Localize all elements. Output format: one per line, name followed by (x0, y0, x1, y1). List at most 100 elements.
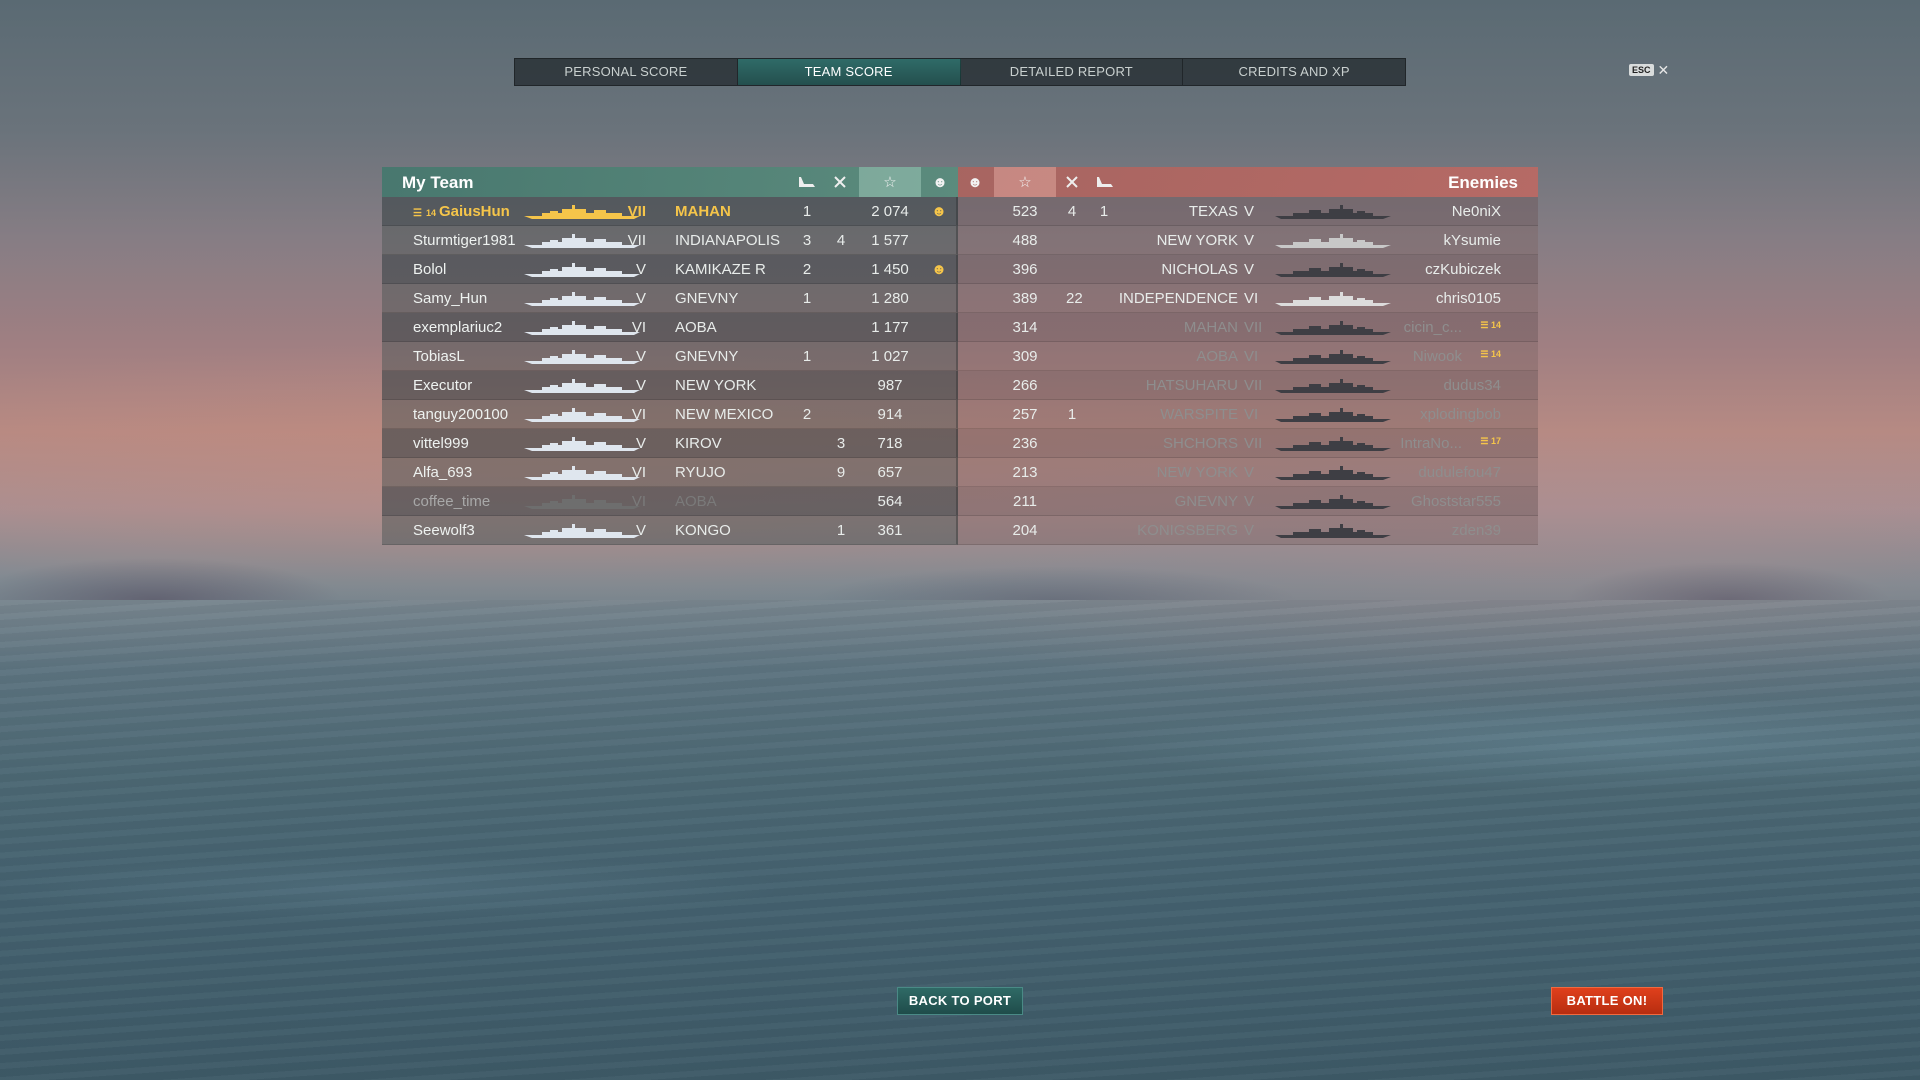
ship-tier: V (635, 290, 646, 307)
capture-indicator-icon: ☻ (931, 261, 947, 278)
ship-tier: VII (627, 203, 646, 220)
player-name: IntraNo... (1400, 435, 1462, 452)
ships-destroyed-count: 3 (836, 435, 846, 452)
ship-tier: V (635, 522, 646, 539)
ship-tier: VII (627, 232, 646, 249)
enemy-row[interactable]: 236 SHCHORS VII IntraNo... ☰ 17 (958, 429, 1538, 458)
planes-destroyed-count: 1 (1099, 203, 1109, 220)
ship-silhouette-icon (1275, 437, 1391, 451)
team-score-board: My Team ☆ ☻ ☻ ☆ Enemies ☰ 14 GaiusHun VII MA… (382, 167, 1538, 545)
rank-insignia-icon: ☰ (413, 208, 422, 219)
enemy-row[interactable]: 257 1 WARSPITE VI xplodingbob (958, 400, 1538, 429)
tab-credits-and-xp[interactable]: CREDITS AND XP (1183, 59, 1405, 85)
player-name: czKubiczek (1425, 261, 1501, 278)
my-team-row[interactable]: Sturmtiger1981 VII INDIANAPOLIS 3 4 1 577 (382, 226, 958, 255)
my-team-row[interactable]: Alfa_693 VI RYUJO 9 657 (382, 458, 958, 487)
rank-number: 14 (1490, 320, 1501, 330)
back-to-port-button[interactable]: BACK TO PORT (897, 987, 1023, 1015)
score-value: 396 (1012, 261, 1038, 278)
my-team-row[interactable]: Executor V NEW YORK 987 (382, 371, 958, 400)
score-value: 1 280 (871, 290, 909, 307)
ship-tier: V (1244, 203, 1255, 220)
rank-badge: ☰ 14 (1480, 320, 1501, 331)
ship-name: NEW YORK (1156, 232, 1238, 249)
player-name: dudulefou47 (1418, 464, 1501, 481)
player-name-text: Seewolf3 (413, 522, 475, 539)
ship-tier: VII (1244, 319, 1263, 336)
my-team-list: ☰ 14 GaiusHun VII MAHAN 1 2 074 ☻ Sturmtiger1981… (382, 197, 958, 545)
tab-detailed-report[interactable]: DETAILED REPORT (961, 59, 1184, 85)
rank-badge: ☰ 17 (1480, 436, 1501, 447)
ship-name: GNEVNY (675, 348, 739, 365)
ships-destroyed-icon (1057, 167, 1087, 197)
my-team-row[interactable]: Bolol V KAMIKAZE R 2 1 450 ☻ (382, 255, 958, 284)
my-team-row[interactable]: coffee_time VI AOBA 564 (382, 487, 958, 516)
score-star-icon: ☆ (859, 167, 921, 197)
enemy-row[interactable]: 309 AOBA VI Niwook ☰ 14 (958, 342, 1538, 371)
player-name-text: vittel999 (413, 435, 469, 452)
player-name-text: Sturmtiger1981 (413, 232, 516, 249)
ship-name: GNEVNY (1174, 493, 1238, 510)
enemy-row[interactable]: 389 22 INDEPENDENCE VI chris0105 (958, 284, 1538, 313)
enemy-row[interactable]: 523 4 1 TEXAS V Ne0niX (958, 197, 1538, 226)
enemy-row[interactable]: 266 HATSUHARU VII dudus34 (958, 371, 1538, 400)
my-team-row[interactable]: Samy_Hun V GNEVNY 1 1 280 (382, 284, 958, 313)
rank-insignia-icon: ☰ (1480, 349, 1489, 359)
ship-name: SHCHORS (1162, 435, 1238, 452)
ship-silhouette-icon (1275, 379, 1391, 393)
enemy-row[interactable]: 396 NICHOLAS VczKubiczek (958, 255, 1538, 284)
ship-tier: VI (1244, 290, 1259, 307)
enemy-row[interactable]: 488 NEW YORK VkYsumie (958, 226, 1538, 255)
ship-silhouette-icon (1275, 205, 1391, 219)
tab-personal-score[interactable]: PERSONAL SCORE (515, 59, 738, 85)
enemy-row[interactable]: 211 GNEVNY V Ghoststar555 (958, 487, 1538, 516)
player-name: tanguy200100 (413, 406, 508, 423)
ship-name: AOBA (675, 319, 717, 336)
player-name: Samy_Hun (413, 290, 487, 307)
ship-tier: V (635, 377, 646, 394)
my-team-row[interactable]: tanguy200100 VI NEW MEXICO 2 914 (382, 400, 958, 429)
player-name: vittel999 (413, 435, 469, 452)
my-team-row[interactable]: Seewolf3 V KONGO 1 361 (382, 516, 958, 545)
planes-destroyed-icon (792, 167, 822, 197)
tab-team-score[interactable]: TEAM SCORE (737, 59, 961, 85)
planes-destroyed-count: 3 (802, 232, 812, 249)
my-team-row[interactable]: ☰ 14 GaiusHun VII MAHAN 1 2 074 ☻ (382, 197, 958, 226)
ship-tier: V (635, 435, 646, 452)
player-name: Alfa_693 (413, 464, 472, 481)
player-name: Bolol (413, 261, 446, 278)
enemy-row[interactable]: 213 NEW YORK Vdudulefou47 (958, 458, 1538, 487)
close-button[interactable]: ESC ✕ (1629, 63, 1669, 77)
close-icon: ✕ (1657, 62, 1670, 78)
ship-name: AOBA (1196, 348, 1238, 365)
ship-name: INDEPENDENCE (1118, 290, 1238, 307)
my-team-row[interactable]: TobiasL V GNEVNY 1 1 027 (382, 342, 958, 371)
enemy-row[interactable]: 204 KONIGSBERG Vzden39 (958, 516, 1538, 545)
battle-on-button[interactable]: BATTLE ON! (1551, 987, 1663, 1015)
player-name: chris0105 (1435, 290, 1501, 307)
ship-name: KIROV (675, 435, 722, 452)
rank-number: 14 (1490, 349, 1501, 359)
my-team-header: My Team ☆ ☻ (382, 167, 958, 197)
my-team-row[interactable]: exemplariuc2 VI AOBA 1 177 (382, 313, 958, 342)
ship-name: GNEVNY (675, 290, 739, 307)
player-name: Ne0niX (1451, 203, 1501, 220)
ship-name: KAMIKAZE R (675, 261, 766, 278)
player-name-text: TobiasL (413, 348, 465, 365)
score-value: 389 (1012, 290, 1038, 307)
enemy-row[interactable]: 314 MAHAN VII cicin_c... ☰ 14 (958, 313, 1538, 342)
player-name: kYsumie (1443, 232, 1501, 249)
ship-name: WARSPITE (1160, 406, 1238, 423)
ship-name: AOBA (675, 493, 717, 510)
ships-destroyed-count: 1 (836, 522, 846, 539)
score-value: 361 (877, 522, 903, 539)
score-value: 314 (1012, 319, 1038, 336)
ship-silhouette-icon (1275, 495, 1391, 509)
enemies-header: ☻ ☆ Enemies (958, 167, 1538, 197)
score-value: 1 450 (871, 261, 909, 278)
ship-tier: VI (1244, 406, 1259, 423)
my-team-row[interactable]: vittel999 V KIROV 3 718 (382, 429, 958, 458)
score-value: 204 (1012, 522, 1038, 539)
score-value: 1 027 (871, 348, 909, 365)
ship-tier: V (1244, 493, 1255, 510)
